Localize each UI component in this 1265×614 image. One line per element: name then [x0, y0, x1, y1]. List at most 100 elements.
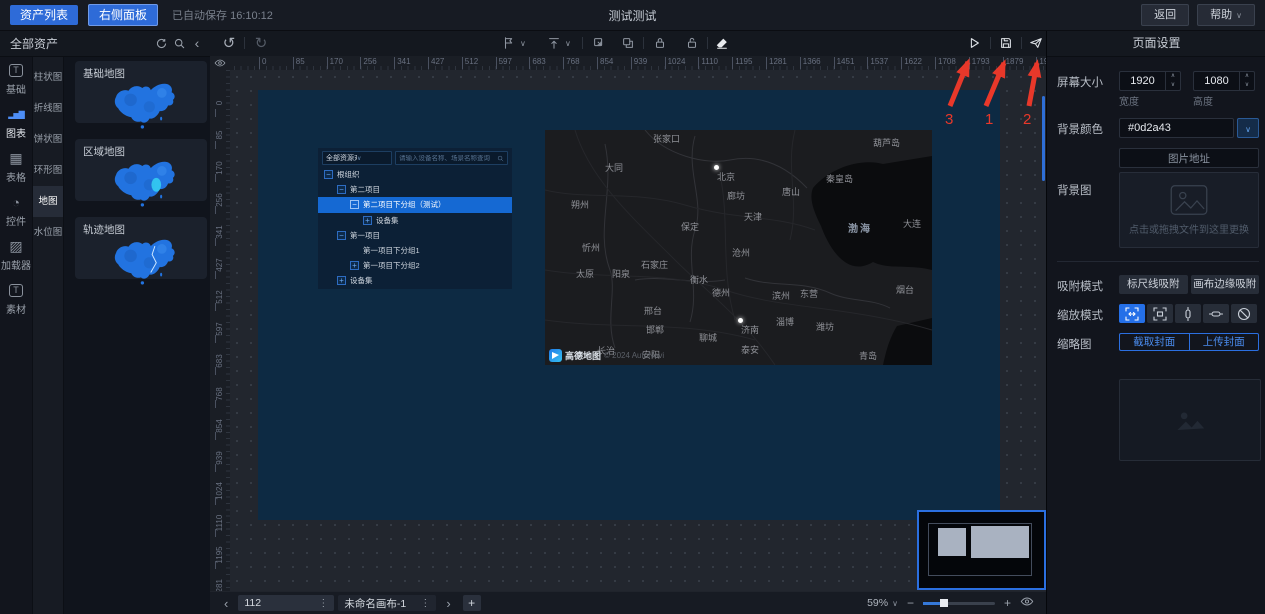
search-icon[interactable]	[170, 35, 188, 51]
tree-filter-select[interactable]: 全部资源对象	[322, 151, 392, 165]
canvas-tab-1[interactable]: 112	[238, 595, 334, 611]
publish-send-icon[interactable]	[1025, 33, 1047, 53]
align-top-icon[interactable]	[543, 33, 565, 53]
expander-icon[interactable]	[324, 170, 333, 179]
zoom-mode-fit-screen-button[interactable]	[1147, 304, 1173, 323]
asset-list-toggle-button[interactable]: 资产列表	[10, 5, 78, 25]
preview-eye-icon[interactable]	[1020, 596, 1034, 610]
height-stepper[interactable]: ∧∨	[1239, 72, 1254, 90]
lock-icon[interactable]	[649, 33, 671, 53]
map-city-label: 大连	[903, 217, 921, 230]
tree-row[interactable]: 第一项目	[318, 228, 512, 243]
expander-icon[interactable]	[350, 200, 359, 209]
tab-menu-icon[interactable]	[318, 597, 328, 609]
zoom-level-dropdown[interactable]: 59%	[867, 597, 898, 609]
tree-row[interactable]: 设备集	[318, 273, 512, 288]
zoom-in-icon[interactable]	[1004, 596, 1011, 610]
eraser-icon[interactable]	[711, 33, 733, 53]
chevron-down-icon[interactable]	[520, 39, 526, 48]
ruler-tick-label: 427	[215, 253, 224, 277]
category-icon	[9, 151, 22, 166]
tree-search-input[interactable]	[399, 155, 497, 162]
ruler-tick-label: 1366	[800, 57, 821, 69]
bg-image-upload-area[interactable]: 点击或拖拽文件到这里更换	[1119, 172, 1259, 248]
asset-category[interactable]: 素材	[0, 277, 32, 321]
tree-row[interactable]: 设备集	[318, 213, 512, 228]
map-city-label: 邢台	[644, 304, 662, 317]
right-panel-toggle-button[interactable]: 右侧面板	[88, 4, 158, 26]
next-canvas-icon[interactable]	[442, 596, 454, 611]
bg-color-picker-button[interactable]	[1237, 118, 1259, 138]
tab-menu-icon[interactable]	[420, 597, 430, 609]
width-stepper[interactable]: ∧∨	[1165, 72, 1180, 90]
asset-subcategory[interactable]: 折线图	[33, 93, 63, 124]
unlock-icon[interactable]	[681, 33, 703, 53]
ruler-snap-button[interactable]: 标尺线吸附	[1119, 275, 1188, 294]
asset-subcategory[interactable]: 水位图	[33, 217, 63, 248]
screen-width-input[interactable]: 1920 ∧∨	[1119, 71, 1181, 91]
design-canvas[interactable]: 全部资源对象 根组织	[258, 90, 1000, 520]
map-city-label: 石家庄	[641, 258, 668, 271]
preview-play-icon[interactable]	[963, 33, 985, 53]
chevron-down-icon[interactable]	[565, 39, 571, 48]
canvas-edge-snap-button[interactable]: 画布边缘吸附	[1191, 275, 1260, 294]
zoom-mode-fit-width-button[interactable]	[1119, 304, 1145, 323]
zoom-mode-vertical-button[interactable]	[1175, 304, 1201, 323]
eye-icon[interactable]	[214, 58, 226, 68]
ruler-tick-label: 854	[215, 414, 224, 438]
add-canvas-button[interactable]	[463, 595, 481, 611]
prev-canvas-icon[interactable]	[220, 596, 232, 611]
undo-icon[interactable]	[218, 33, 240, 53]
redo-icon[interactable]	[250, 33, 272, 53]
copy-icon[interactable]	[617, 33, 639, 53]
capture-cover-button[interactable]: 截取封面	[1119, 333, 1189, 351]
flag-align-icon[interactable]	[498, 33, 520, 53]
zoom-mode-disabled-button[interactable]	[1231, 304, 1257, 323]
asset-card[interactable]: 轨迹地图	[75, 217, 207, 279]
tree-row[interactable]: 第二项目	[318, 182, 512, 197]
minimap[interactable]	[917, 510, 1046, 590]
tree-row[interactable]: 根组织	[318, 167, 512, 182]
expander-icon[interactable]	[337, 276, 346, 285]
upload-cover-button[interactable]: 上传封面	[1189, 333, 1260, 351]
zoom-mode-horizontal-button[interactable]	[1203, 304, 1229, 323]
asset-category[interactable]: 加载器	[0, 233, 32, 277]
screen-height-input[interactable]: 1080 ∧∨	[1193, 71, 1255, 91]
asset-subcategory[interactable]: 饼状图	[33, 124, 63, 155]
asset-subcategory[interactable]: 环形图	[33, 155, 63, 186]
ruler-tick-label: 85	[293, 57, 305, 69]
back-button[interactable]: 返回	[1141, 4, 1189, 26]
expander-icon[interactable]	[350, 261, 359, 270]
expander-icon[interactable]	[363, 216, 372, 225]
tree-row[interactable]: 第二项目下分组（测试）	[318, 197, 512, 212]
basic-map-widget[interactable]: 张家口葫芦岛大同北京秦皇岛唐山廊坊朔州天津渤海大连保定忻州沧州石家庄太原阳泉衡水…	[545, 130, 932, 365]
vertical-scrollbar-thumb[interactable]	[1042, 96, 1045, 181]
zoom-slider[interactable]	[923, 602, 995, 605]
help-dropdown[interactable]: 帮助	[1197, 4, 1255, 26]
image-url-input[interactable]: 图片地址	[1119, 148, 1259, 168]
asset-category[interactable]: 基础	[0, 57, 32, 101]
asset-subcategory[interactable]: 地图	[33, 186, 63, 217]
asset-category[interactable]: 控件	[0, 189, 32, 233]
zoom-slider-handle[interactable]	[940, 599, 948, 607]
asset-category[interactable]: 表格	[0, 145, 32, 189]
save-icon[interactable]	[995, 33, 1017, 53]
device-tree-widget[interactable]: 全部资源对象 根组织	[318, 148, 512, 289]
asset-subcategory[interactable]: 柱状图	[33, 62, 63, 93]
group-icon[interactable]	[588, 33, 610, 53]
tree-row[interactable]: 第一项目下分组1	[318, 243, 512, 258]
expander-icon[interactable]	[337, 231, 346, 240]
asset-category[interactable]: 图表	[0, 101, 32, 145]
bg-color-input[interactable]: #0d2a43	[1119, 118, 1234, 138]
refresh-icon[interactable]	[152, 35, 170, 51]
asset-card[interactable]: 基础地图	[75, 61, 207, 123]
tree-row[interactable]: 第一项目下分组2	[318, 258, 512, 273]
collapse-panel-icon[interactable]	[188, 35, 206, 51]
canvas-tab-2[interactable]: 未命名画布-1	[338, 595, 436, 611]
ruler-tick-label: 854	[597, 57, 613, 69]
expander-icon[interactable]	[337, 185, 346, 194]
ruler-tick-label: 683	[215, 349, 224, 373]
zoom-out-icon[interactable]	[907, 596, 914, 610]
asset-card[interactable]: 区域地图	[75, 139, 207, 201]
tree-search-box[interactable]	[395, 151, 508, 165]
